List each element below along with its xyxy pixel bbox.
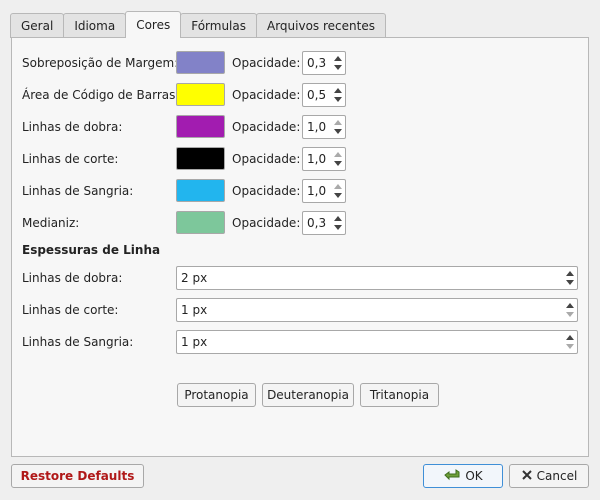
tritanopia-button[interactable]: Tritanopia [360, 383, 439, 407]
tab-label: Arquivos recentes [267, 19, 375, 33]
spin-down-icon[interactable] [566, 312, 574, 317]
opacity-spinbox[interactable]: 0,5 [302, 83, 346, 107]
spin-up-icon[interactable] [566, 303, 574, 308]
color-swatch-button[interactable] [176, 179, 225, 202]
color-label: Medianiz: [22, 216, 80, 230]
opacity-spinbox[interactable]: 1,0 [302, 115, 346, 139]
spin-up-icon[interactable] [566, 335, 574, 340]
tab-label: Fórmulas [191, 19, 246, 33]
opacity-value: 1,0 [307, 184, 327, 198]
opacity-label: Opacidade: [232, 184, 301, 198]
tab-geral[interactable]: Geral [10, 13, 65, 38]
restore-defaults-button[interactable]: Restore Defaults [11, 464, 144, 488]
cancel-label: Cancel [536, 469, 578, 483]
opacity-label: Opacidade: [232, 216, 301, 230]
opacity-value: 1,0 [307, 120, 327, 134]
ok-button[interactable]: OK [423, 464, 503, 488]
spin-down-icon[interactable] [334, 161, 342, 166]
opacity-label: Opacidade: [232, 152, 301, 166]
deuteranopia-button[interactable]: Deuteranopia [262, 383, 354, 407]
cut-line-width-spinbox[interactable]: 1 px [176, 298, 578, 322]
opacity-spinbox[interactable]: 1,0 [302, 179, 346, 203]
tab-arquivos-recentes[interactable]: Arquivos recentes [256, 13, 386, 38]
color-label: Área de Código de Barras: [22, 88, 180, 102]
ok-check-icon [443, 468, 461, 485]
line-width-label: Linhas de corte: [22, 303, 119, 317]
cancel-button[interactable]: Cancel [509, 464, 589, 488]
bleed-line-width-spinbox[interactable]: 1 px [176, 330, 578, 354]
spin-up-icon[interactable] [334, 120, 342, 125]
opacity-label: Opacidade: [232, 120, 301, 134]
spin-up-icon[interactable] [334, 184, 342, 189]
line-width-label: Linhas de dobra: [22, 271, 123, 285]
opacity-label: Opacidade: [232, 56, 301, 70]
spin-down-icon[interactable] [334, 129, 342, 134]
opacity-spinbox[interactable]: 0,3 [302, 51, 346, 75]
tab-formulas[interactable]: Fórmulas [180, 13, 257, 38]
line-width-value: 1 px [181, 335, 208, 349]
tab-cores[interactable]: Cores [125, 11, 182, 38]
spin-down-icon[interactable] [334, 225, 342, 230]
color-label: Sobreposição de Margem: [22, 56, 179, 70]
protanopia-button[interactable]: Protanopia [177, 383, 256, 407]
spin-up-icon[interactable] [334, 88, 342, 93]
color-swatch-button[interactable] [176, 211, 225, 234]
line-width-value: 1 px [181, 303, 208, 317]
opacity-label: Opacidade: [232, 88, 301, 102]
spin-down-icon[interactable] [334, 97, 342, 102]
ok-label: OK [465, 469, 483, 483]
opacity-value: 1,0 [307, 152, 327, 166]
color-swatch-button[interactable] [176, 147, 225, 170]
spin-down-icon[interactable] [334, 65, 342, 70]
opacity-spinbox[interactable]: 0,3 [302, 211, 346, 235]
opacity-value: 0,3 [307, 216, 327, 230]
fold-line-width-spinbox[interactable]: 2 px [176, 266, 578, 290]
spin-down-icon[interactable] [566, 280, 574, 285]
opacity-value: 0,3 [307, 56, 327, 70]
color-label: Linhas de Sangria: [22, 184, 134, 198]
color-label: Linhas de corte: [22, 152, 119, 166]
tab-label: Idioma [74, 19, 116, 33]
spin-down-icon[interactable] [566, 344, 574, 349]
color-swatch-button[interactable] [176, 83, 225, 106]
tab-label: Geral [21, 19, 54, 33]
tab-bar: Geral Idioma Cores Fórmulas Arquivos rec… [10, 11, 386, 38]
tab-label: Cores [136, 18, 171, 32]
color-swatch-button[interactable] [176, 115, 225, 138]
spin-down-icon[interactable] [334, 193, 342, 198]
line-widths-heading: Espessuras de Linha [22, 243, 161, 257]
spin-up-icon[interactable] [334, 152, 342, 157]
spin-up-icon[interactable] [334, 56, 342, 61]
line-width-label: Linhas de Sangria: [22, 335, 134, 349]
cancel-x-icon [521, 469, 533, 484]
color-label: Linhas de dobra: [22, 120, 123, 134]
opacity-value: 0,5 [307, 88, 327, 102]
tab-idioma[interactable]: Idioma [63, 13, 127, 38]
spin-up-icon[interactable] [566, 271, 574, 276]
line-width-value: 2 px [181, 271, 208, 285]
opacity-spinbox[interactable]: 1,0 [302, 147, 346, 171]
spin-up-icon[interactable] [334, 216, 342, 221]
color-swatch-button[interactable] [176, 51, 225, 74]
